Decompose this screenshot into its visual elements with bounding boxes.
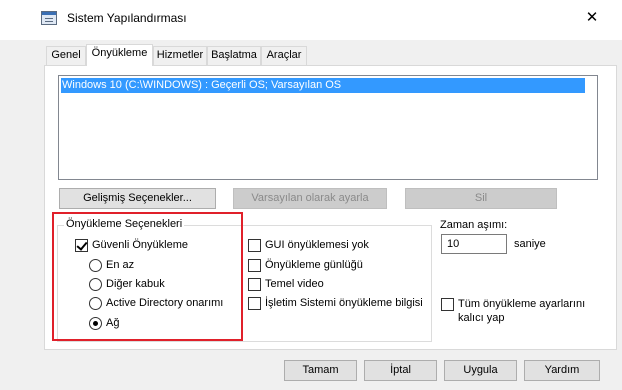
minimal-label: En az [106,259,135,271]
safe-boot-label: Güvenli Önyükleme [92,239,188,251]
ok-button[interactable]: Tamam [284,360,357,381]
delete-button[interactable]: Sil [405,188,557,209]
timeout-label: Zaman aşımı: [440,219,508,231]
network-label: Ağ [106,317,120,329]
boot-log-checkbox[interactable] [248,259,261,272]
set-default-button[interactable]: Varsayılan olarak ayarla [233,188,387,209]
cancel-button[interactable]: İptal [364,360,437,381]
timeout-input[interactable]: 10 [441,234,507,254]
minimal-radio[interactable] [89,259,102,272]
safe-boot-checkbox[interactable] [75,239,88,252]
system-configuration-window: Sistem Yapılandırması ✕ Genel Önyükleme … [0,0,622,390]
help-button[interactable]: Yardım [524,360,600,381]
close-icon[interactable]: ✕ [574,4,610,32]
advanced-options-button[interactable]: Gelişmiş Seçenekler... [59,188,216,209]
no-gui-boot-checkbox[interactable] [248,239,261,252]
make-permanent-label-line1: Tüm önyükleme ayarlarını [458,298,586,310]
os-list[interactable]: Windows 10 (C:\WINDOWS) : Geçerli OS; Va… [58,75,598,180]
base-video-label: Temel video [265,278,324,290]
active-directory-repair-radio[interactable] [89,297,102,310]
make-permanent-checkbox[interactable] [441,298,454,311]
tab-tools[interactable]: Araçlar [261,46,307,65]
msconfig-icon [41,11,57,25]
tab-startup[interactable]: Başlatma [207,46,261,65]
tab-services[interactable]: Hizmetler [153,46,207,65]
active-directory-repair-label: Active Directory onarımı [106,297,224,309]
timeout-unit-label: saniye [514,238,546,250]
make-permanent-label-line2: kalıcı yap [458,312,505,324]
tab-general[interactable]: Genel [46,46,86,65]
boot-options-title: Önyükleme Seçenekleri [64,218,185,230]
title-bar: Sistem Yapılandırması ✕ [0,0,622,40]
boot-log-label: Önyükleme günlüğü [265,259,363,271]
window-title: Sistem Yapılandırması [67,11,187,25]
alternate-shell-radio[interactable] [89,278,102,291]
network-radio[interactable] [89,317,102,330]
os-boot-info-checkbox[interactable] [248,297,261,310]
tab-boot[interactable]: Önyükleme [86,44,153,66]
apply-button[interactable]: Uygula [444,360,517,381]
no-gui-boot-label: GUI önyüklemesi yok [265,239,369,251]
alternate-shell-label: Diğer kabuk [106,278,165,290]
os-boot-info-label: İşletim Sistemi önyükleme bilgisi [265,297,423,309]
os-list-item[interactable]: Windows 10 (C:\WINDOWS) : Geçerli OS; Va… [61,78,585,93]
base-video-checkbox[interactable] [248,278,261,291]
